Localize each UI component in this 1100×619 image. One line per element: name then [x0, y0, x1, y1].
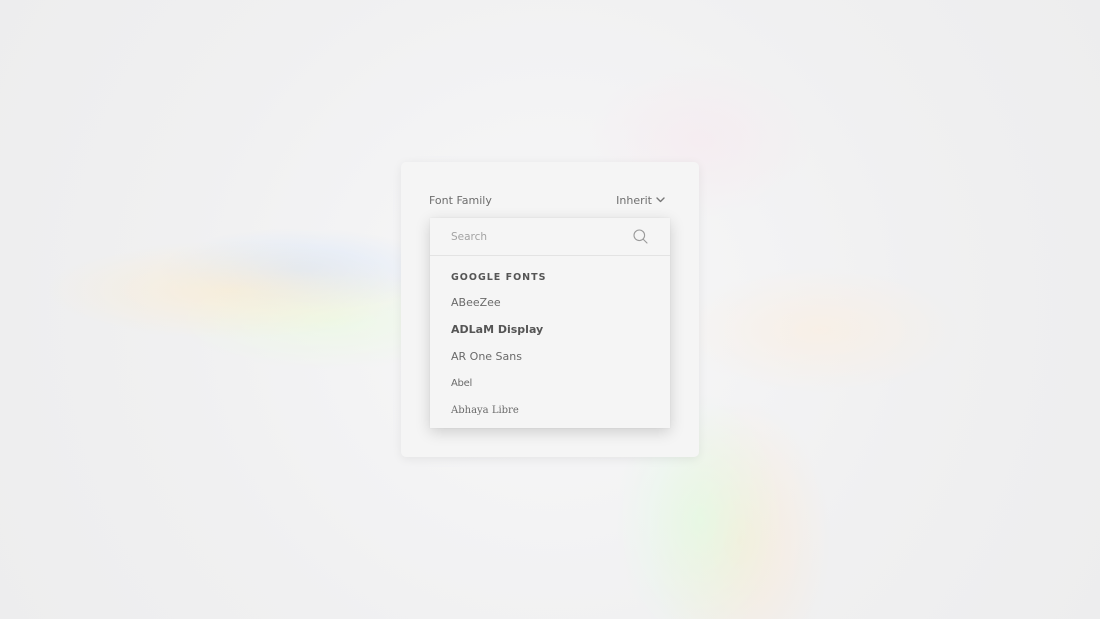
font-option-abeezee[interactable]: ABeeZee: [430, 289, 670, 316]
font-family-select-value: Inherit: [616, 193, 652, 207]
font-family-label: Font Family: [429, 193, 492, 207]
font-search: [430, 218, 670, 256]
font-dropdown: GOOGLE FONTS ABeeZee ADLaM Display AR On…: [430, 218, 670, 428]
font-option-adlam-display[interactable]: ADLaM Display: [430, 316, 670, 343]
group-title-google-fonts: GOOGLE FONTS: [451, 272, 547, 283]
font-family-panel: Font Family Inherit GOOGLE FONTS ABeeZee…: [401, 162, 699, 457]
font-option-abhaya-libre[interactable]: Abhaya Libre: [430, 397, 670, 424]
search-icon[interactable]: [633, 229, 648, 244]
chevron-down-icon: [656, 197, 665, 203]
font-option-abel[interactable]: Abel: [430, 370, 670, 397]
font-list: ABeeZee ADLaM Display AR One Sans Abel A…: [430, 289, 670, 424]
font-option-ar-one-sans[interactable]: AR One Sans: [430, 343, 670, 370]
font-family-select[interactable]: Inherit: [616, 194, 665, 207]
font-search-input[interactable]: [430, 229, 623, 244]
font-family-row: Font Family Inherit: [429, 192, 665, 208]
